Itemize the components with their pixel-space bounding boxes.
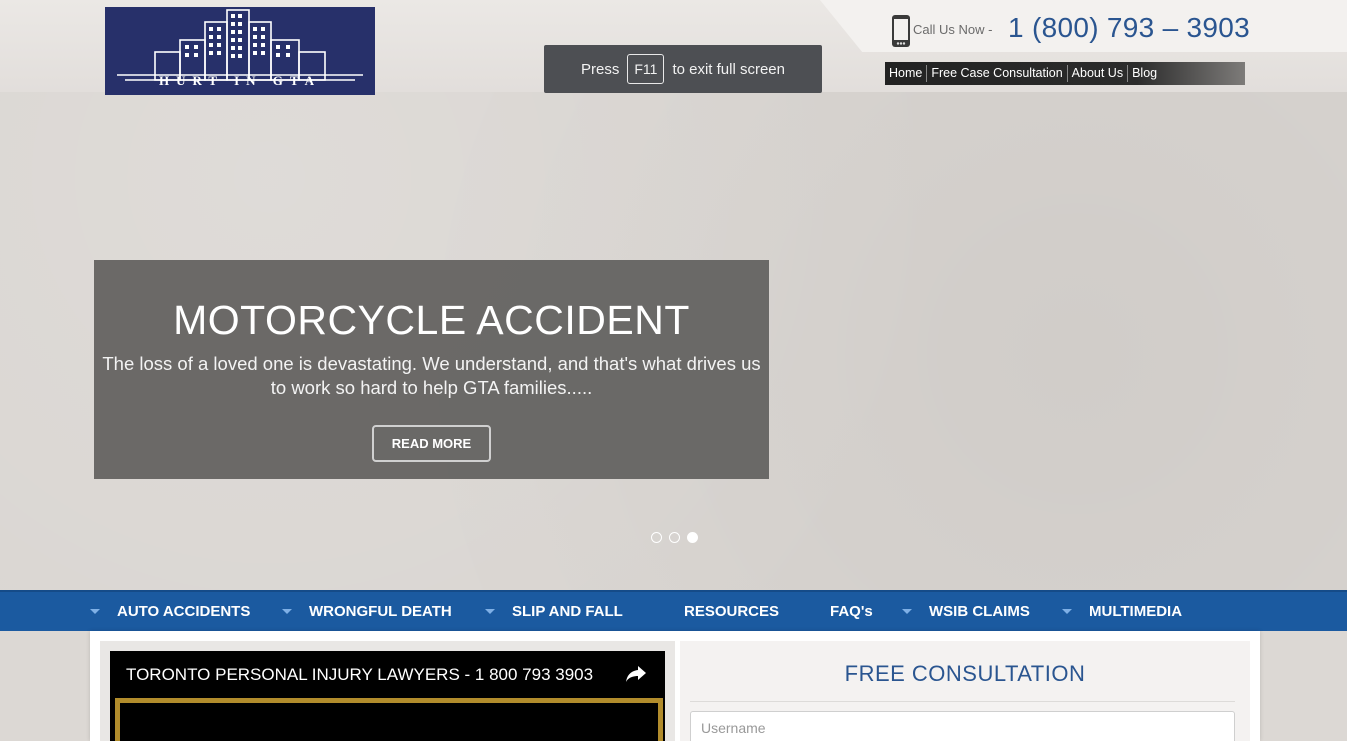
consultation-title: FREE CONSULTATION — [844, 661, 1086, 686]
nav-auto-accidents[interactable]: AUTO ACCIDENTS — [90, 592, 250, 631]
nav-label: FAQ's — [830, 603, 873, 620]
nav-wsib-claims[interactable]: WSIB CLAIMS — [902, 592, 1030, 631]
call-us-label: Call Us Now - — [913, 22, 993, 37]
top-nav: Home Free Case Consultation About Us Blo… — [885, 62, 1245, 85]
main-nav: AUTO ACCIDENTS WRONGFUL DEATH SLIP AND F… — [0, 590, 1347, 631]
chevron-down-icon — [1062, 609, 1072, 614]
nav-faqs[interactable]: FAQ's — [830, 592, 873, 631]
video-title: TORONTO PERSONAL INJURY LAWYERS - 1 800 … — [126, 665, 594, 684]
slide-text: The loss of a loved one is devastating. … — [102, 353, 761, 398]
form-divider — [690, 701, 1235, 702]
slide-title: MOTORCYCLE ACCIDENT — [173, 297, 690, 343]
logo-text: HURT IN GTA — [158, 73, 322, 88]
top-nav-free-case-consultation[interactable]: Free Case Consultation — [927, 65, 1068, 82]
nav-label: MULTIMEDIA — [1089, 603, 1183, 620]
fullscreen-rest-label: to exit full screen — [672, 60, 785, 78]
top-nav-blog[interactable]: Blog — [1128, 65, 1161, 82]
nav-label: RESOURCES — [684, 603, 780, 620]
nav-wrongful-death[interactable]: WRONGFUL DEATH — [282, 592, 452, 631]
consultation-form: FREE CONSULTATION — [680, 641, 1250, 741]
fullscreen-press-label: Press — [581, 60, 620, 78]
phone-number-link[interactable]: 1 (800) 793 – 3903 — [1008, 12, 1250, 44]
nav-label: AUTO ACCIDENTS — [117, 603, 251, 620]
chevron-down-icon — [902, 609, 912, 614]
nav-multimedia[interactable]: MULTIMEDIA — [1062, 592, 1182, 631]
chevron-down-icon — [282, 609, 292, 614]
nav-label: WSIB CLAIMS — [929, 603, 1030, 620]
nav-slip-and-fall[interactable]: SLIP AND FALL — [485, 592, 623, 631]
top-nav-home[interactable]: Home — [885, 65, 928, 82]
f11-key-badge: F11 — [627, 54, 665, 84]
nav-label: SLIP AND FALL — [512, 603, 623, 620]
mobile-phone-icon — [892, 15, 910, 47]
slider-dot-2[interactable] — [669, 532, 680, 543]
slider-pagination — [651, 532, 698, 544]
slide-caption: MOTORCYCLE ACCIDENT The loss of a loved … — [94, 260, 769, 479]
nav-label: WRONGFUL DEATH — [309, 603, 452, 620]
slider-dot-3[interactable] — [687, 532, 698, 543]
slider-dot-1[interactable] — [651, 532, 662, 543]
nav-resources[interactable]: RESOURCES — [684, 592, 779, 631]
top-nav-about-us[interactable]: About Us — [1068, 65, 1129, 82]
video-player[interactable]: TORONTO PERSONAL INJURY LAWYERS - 1 800 … — [110, 651, 665, 741]
share-arrow-icon[interactable] — [625, 665, 647, 683]
fullscreen-notice: Press F11 to exit full screen — [544, 45, 822, 93]
chevron-down-icon — [485, 609, 495, 614]
site-logo[interactable]: HURT IN GTA — [105, 7, 375, 95]
username-input[interactable] — [690, 711, 1235, 741]
chevron-down-icon — [90, 609, 100, 614]
video-thumbnail-frame — [115, 698, 663, 741]
read-more-button[interactable]: READ MORE — [372, 425, 491, 462]
